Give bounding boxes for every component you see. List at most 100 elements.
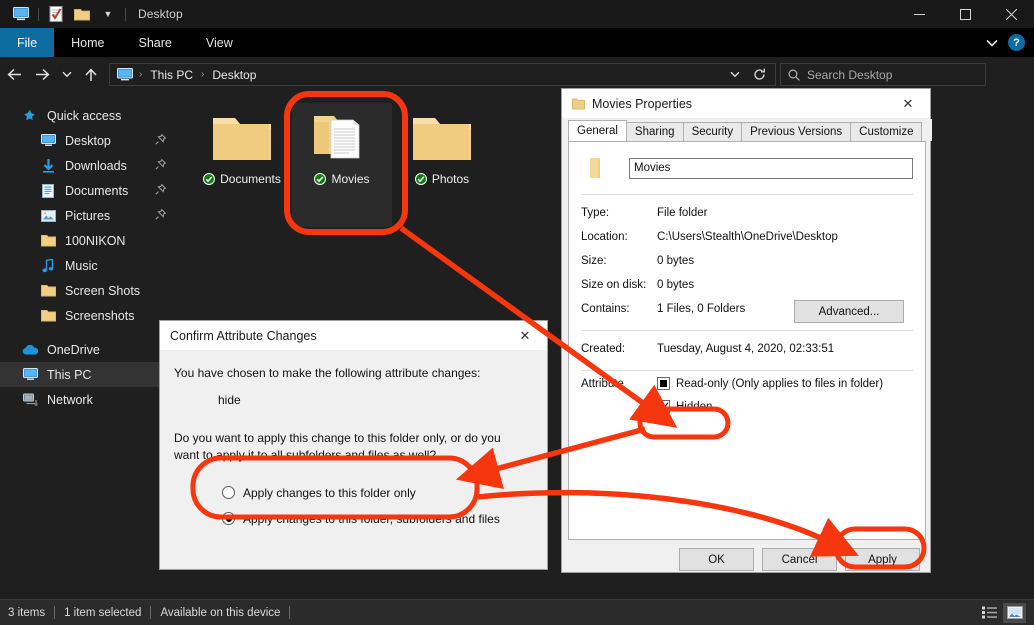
- tab-previous-versions[interactable]: Previous Versions: [741, 122, 852, 141]
- created-row: Created: Tuesday, August 4, 2020, 02:33:…: [569, 337, 925, 361]
- file-tile-photos[interactable]: Photos: [392, 103, 492, 227]
- this-pc-icon[interactable]: [8, 0, 34, 28]
- selection-count: 1 item selected: [64, 606, 142, 619]
- radio-label: Apply changes to this folder, subfolders…: [243, 511, 500, 526]
- tab-customize[interactable]: Customize: [850, 122, 923, 141]
- advanced-button[interactable]: Advanced...: [794, 300, 904, 323]
- title-bar: ▼ Desktop: [0, 0, 1034, 28]
- hidden-label: Hidden: [676, 400, 713, 413]
- refresh-icon[interactable]: [747, 64, 771, 85]
- minimize-button[interactable]: [896, 0, 942, 28]
- apply-changes-radio-group: Apply changes to this folder only Apply …: [222, 482, 533, 530]
- movies-properties-dialog: Movies Properties ✕ General Sharing Secu…: [561, 88, 932, 573]
- pin-icon[interactable]: [155, 183, 167, 198]
- properties-ok-button[interactable]: OK: [679, 548, 754, 571]
- chevron-down-icon[interactable]: [986, 34, 998, 52]
- pin-icon[interactable]: [155, 208, 167, 223]
- file-name: Movies: [331, 172, 370, 186]
- customize-chevron-icon[interactable]: ▼: [95, 0, 121, 28]
- details-view-icon[interactable]: [978, 603, 1001, 623]
- sidebar-item-label: Network: [47, 392, 93, 407]
- location-value: C:\Users\Stealth\OneDrive\Desktop: [657, 231, 838, 243]
- tab-view[interactable]: View: [189, 28, 250, 57]
- hidden-checkbox[interactable]: Hidden: [657, 400, 913, 413]
- address-dropdown-icon[interactable]: [723, 64, 747, 85]
- star-icon: [22, 108, 38, 124]
- sidebar-item-quick-access[interactable]: Quick access: [0, 103, 178, 128]
- sidebar-item-screenshots[interactable]: Screenshots: [0, 303, 178, 328]
- pictures-icon: [40, 208, 56, 224]
- folder-icon: [40, 233, 56, 249]
- maximize-button[interactable]: [942, 0, 988, 28]
- confirm-change-text: hide: [218, 393, 241, 408]
- sidebar-item-label: Quick access: [47, 108, 122, 123]
- type-value: File folder: [657, 207, 708, 219]
- folder-name-field[interactable]: Movies: [629, 157, 913, 179]
- radio-folder-subfolders-files[interactable]: Apply changes to this folder, subfolders…: [222, 508, 533, 530]
- item-count: 3 items: [8, 606, 46, 619]
- divider-1: [581, 194, 913, 195]
- tab-share[interactable]: Share: [122, 28, 189, 57]
- sidebar-item-network[interactable]: Network: [0, 387, 178, 412]
- sidebar-item-onedrive[interactable]: OneDrive: [0, 337, 178, 362]
- confirm-question-text: Do you want to apply this change to this…: [174, 431, 501, 462]
- close-button[interactable]: [988, 0, 1034, 28]
- size-on-disk-value: 0 bytes: [657, 279, 695, 291]
- sidebar-item-desktop[interactable]: Desktop: [0, 128, 178, 153]
- breadcrumb-item-this-pc[interactable]: This PC: [145, 66, 198, 84]
- search-input[interactable]: Search Desktop: [780, 63, 986, 86]
- sidebar-item-downloads[interactable]: Downloads: [0, 153, 178, 178]
- back-button[interactable]: [0, 57, 28, 92]
- created-label: Created:: [581, 343, 626, 355]
- radio-this-folder-only[interactable]: Apply changes to this folder only: [222, 482, 533, 504]
- sidebar-item-pictures[interactable]: Pictures: [0, 203, 178, 228]
- confirm-intro-text: You have chosen to make the following at…: [174, 366, 481, 380]
- pin-icon[interactable]: [155, 158, 167, 173]
- breadcrumb-item-desktop[interactable]: Desktop: [207, 66, 261, 84]
- file-label: Movies: [314, 172, 370, 186]
- window-title: Desktop: [138, 7, 183, 21]
- readonly-checkbox[interactable]: Read-only (Only applies to files in fold…: [657, 377, 913, 390]
- recent-locations-button[interactable]: [56, 57, 77, 92]
- attribute-row: Attribute Read-only (Only applies to fil…: [569, 377, 925, 413]
- general-tab-page: Movies Type: File folder Location: C:\Us…: [568, 141, 926, 540]
- close-icon[interactable]: ✕: [503, 321, 547, 351]
- radio-unselected-icon: [222, 486, 235, 500]
- forward-button[interactable]: [28, 57, 56, 92]
- sidebar-item-100nikon[interactable]: 100NIKON: [0, 228, 178, 253]
- file-tile-movies[interactable]: Movies: [292, 103, 392, 227]
- address-box[interactable]: › This PC › Desktop: [109, 63, 776, 86]
- new-folder-icon[interactable]: [69, 0, 95, 28]
- file-name: Documents: [220, 172, 281, 186]
- breadcrumb-root-icon[interactable]: [114, 68, 136, 81]
- tab-sharing[interactable]: Sharing: [625, 122, 684, 141]
- confirm-title-bar: Confirm Attribute Changes ✕: [160, 321, 547, 351]
- ribbon-tab-bar: File Home Share View ?: [0, 28, 1034, 57]
- qat-divider: [38, 7, 39, 21]
- large-icons-view-icon[interactable]: [1003, 602, 1026, 623]
- apply-button[interactable]: Apply: [845, 548, 920, 571]
- properties-cancel-button[interactable]: Cancel: [762, 548, 837, 571]
- properties-tab-strip: General Sharing Security Previous Versio…: [562, 119, 932, 141]
- tab-file[interactable]: File: [0, 28, 55, 57]
- status-divider-2: [150, 606, 152, 619]
- properties-icon[interactable]: [43, 0, 69, 28]
- close-icon[interactable]: ✕: [886, 89, 930, 119]
- status-bar: 3 items 1 item selected Available on thi…: [0, 599, 1034, 625]
- sidebar-item-documents[interactable]: Documents: [0, 178, 178, 203]
- up-button[interactable]: [77, 57, 105, 92]
- help-button[interactable]: ?: [1008, 34, 1025, 51]
- network-icon: [22, 392, 38, 408]
- divider-2: [581, 330, 913, 331]
- tab-home[interactable]: Home: [54, 28, 121, 57]
- sidebar-item-screen-shots[interactable]: Screen Shots: [0, 278, 178, 303]
- breadcrumb: › This PC › Desktop: [114, 66, 261, 84]
- tab-security[interactable]: Security: [682, 122, 743, 141]
- sidebar-item-this-pc[interactable]: This PC: [0, 362, 178, 387]
- tab-general[interactable]: General: [568, 120, 627, 141]
- available-on-device-badge: [414, 173, 427, 185]
- sidebar-item-music[interactable]: Music: [0, 253, 178, 278]
- file-tile-documents[interactable]: Documents: [192, 103, 292, 227]
- pin-icon[interactable]: [155, 133, 167, 148]
- confirm-body: You have chosen to make the following at…: [160, 351, 547, 530]
